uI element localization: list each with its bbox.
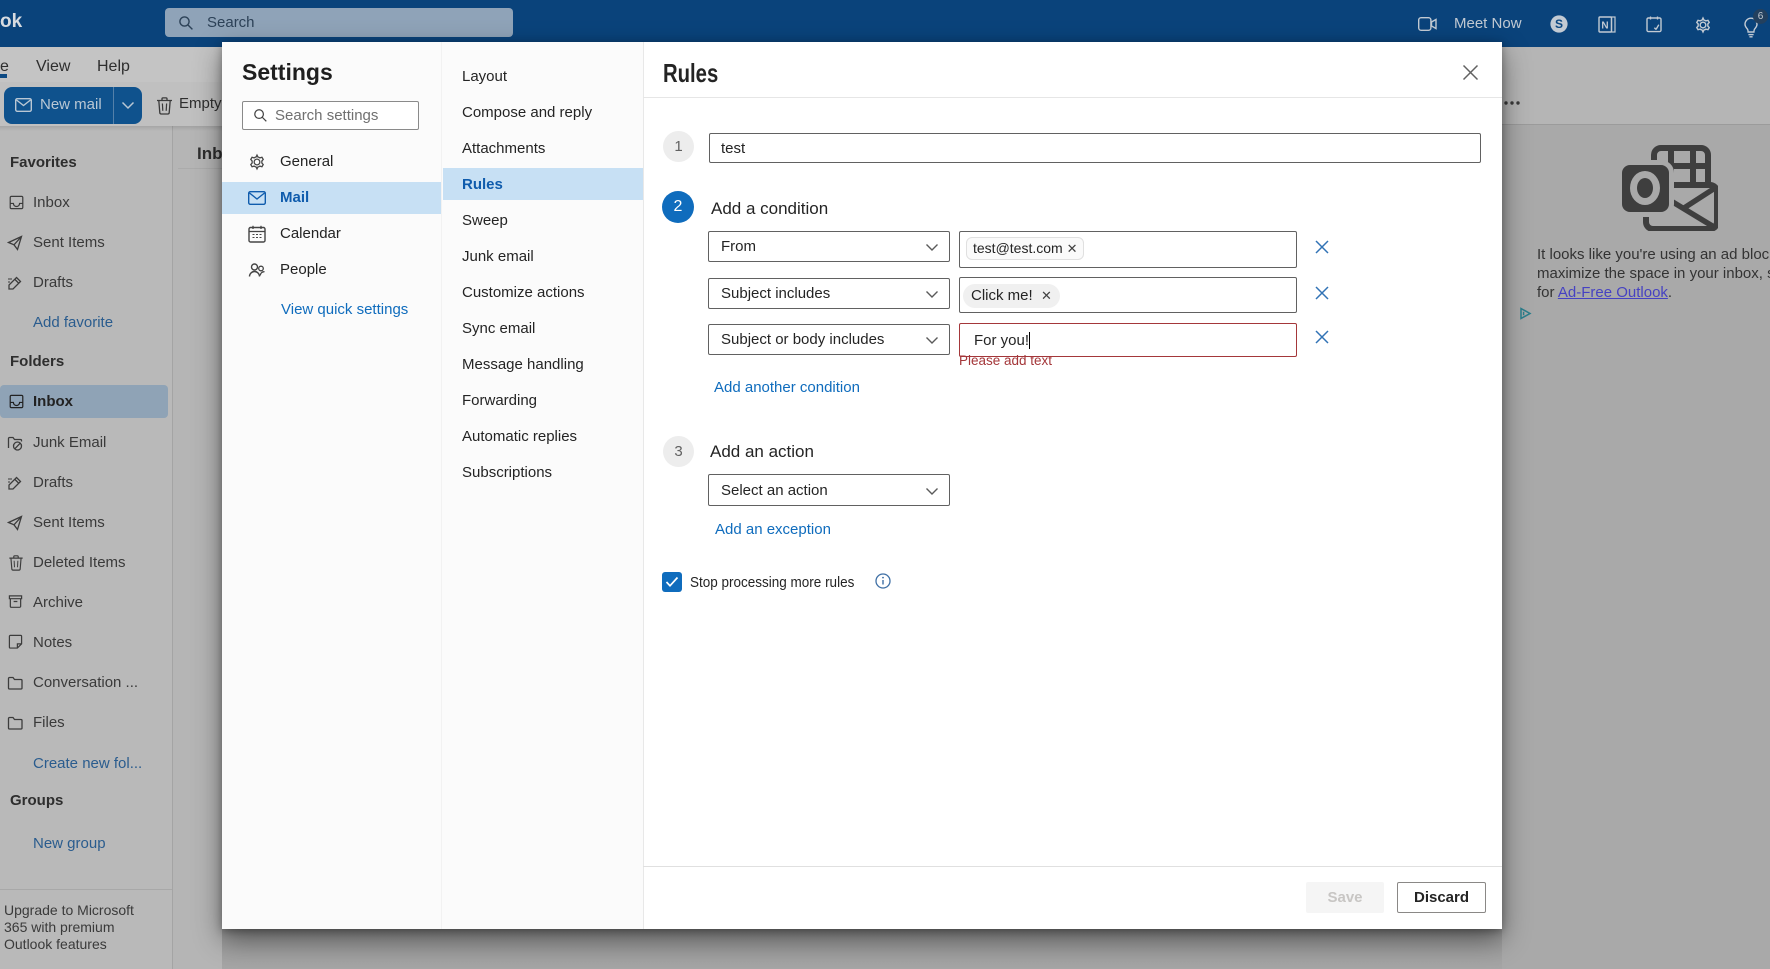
svg-text:S: S — [1555, 17, 1563, 31]
svg-text:N: N — [1601, 21, 1608, 32]
